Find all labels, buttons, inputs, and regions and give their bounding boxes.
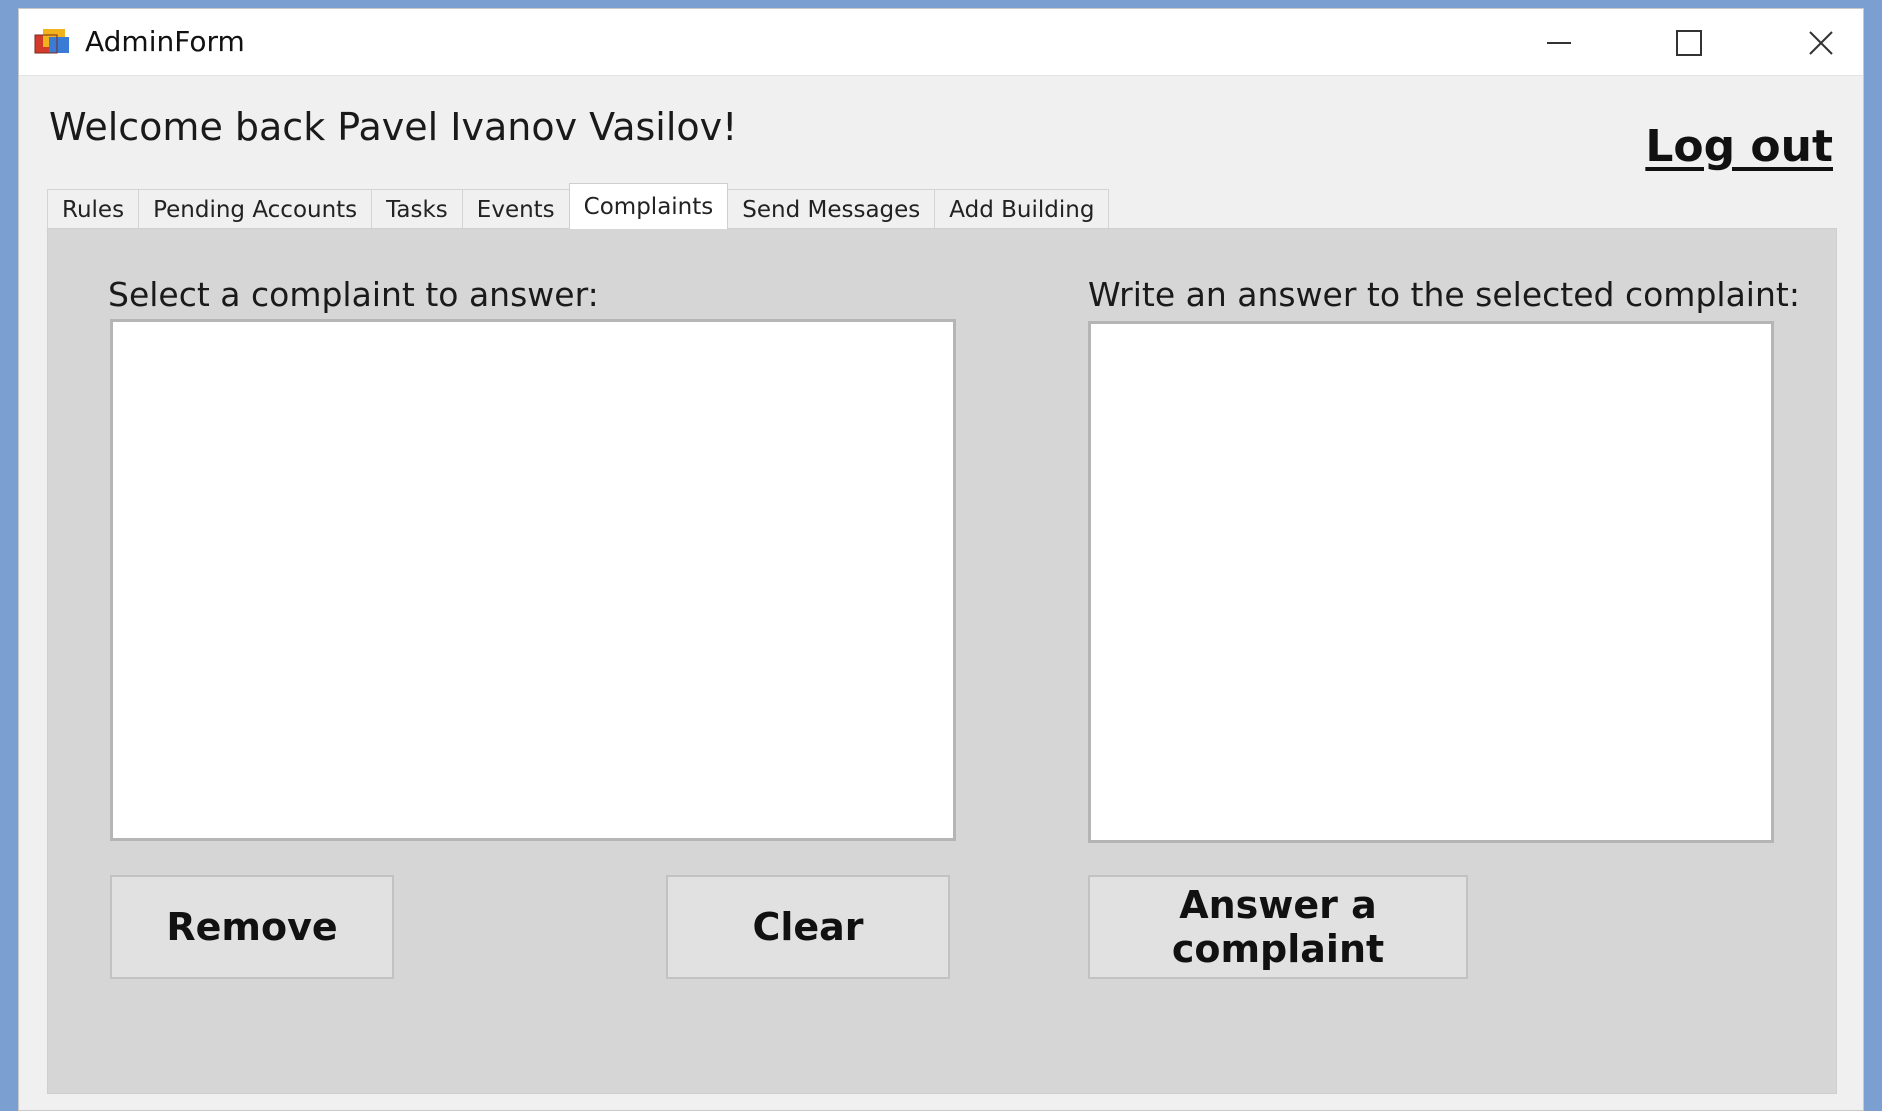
tab-complaints[interactable]: Complaints [568, 183, 729, 229]
logout-link[interactable]: Log out [1645, 121, 1833, 172]
close-button[interactable] [1771, 17, 1863, 69]
tab-events[interactable]: Events [461, 189, 570, 229]
tab-rules[interactable]: Rules [47, 189, 140, 229]
answer-complaint-label: Write an answer to the selected complain… [1088, 275, 1800, 314]
clear-button[interactable]: Clear [666, 875, 950, 979]
tab-pending-accounts[interactable]: Pending Accounts [138, 189, 373, 229]
minimize-button[interactable] [1509, 17, 1609, 69]
answer-complaint-button[interactable]: Answer a complaint [1088, 875, 1468, 979]
answer-textbox[interactable] [1088, 321, 1774, 843]
maximize-button[interactable] [1639, 17, 1739, 69]
select-complaint-label: Select a complaint to answer: [108, 275, 599, 314]
welcome-message: Welcome back Pavel Ivanov Vasilov! [49, 105, 738, 149]
complaints-panel: Select a complaint to answer: Write an a… [47, 228, 1837, 1094]
tab-tasks[interactable]: Tasks [371, 189, 463, 229]
title-bar[interactable]: AdminForm [19, 9, 1863, 76]
tab-add-building[interactable]: Add Building [934, 189, 1110, 229]
tab-send-messages[interactable]: Send Messages [727, 189, 936, 229]
tab-strip: Rules Pending Accounts Tasks Events Comp… [47, 183, 1110, 229]
remove-button[interactable]: Remove [110, 875, 394, 979]
maximize-icon [1676, 30, 1702, 56]
app-icon [34, 29, 69, 54]
close-icon [1809, 31, 1833, 55]
admin-form-window: AdminForm Welcome back Pavel Ivanov Vasi… [18, 8, 1864, 1111]
minimize-icon [1547, 42, 1571, 44]
window-title: AdminForm [85, 25, 245, 58]
complaints-listbox[interactable] [110, 319, 956, 841]
